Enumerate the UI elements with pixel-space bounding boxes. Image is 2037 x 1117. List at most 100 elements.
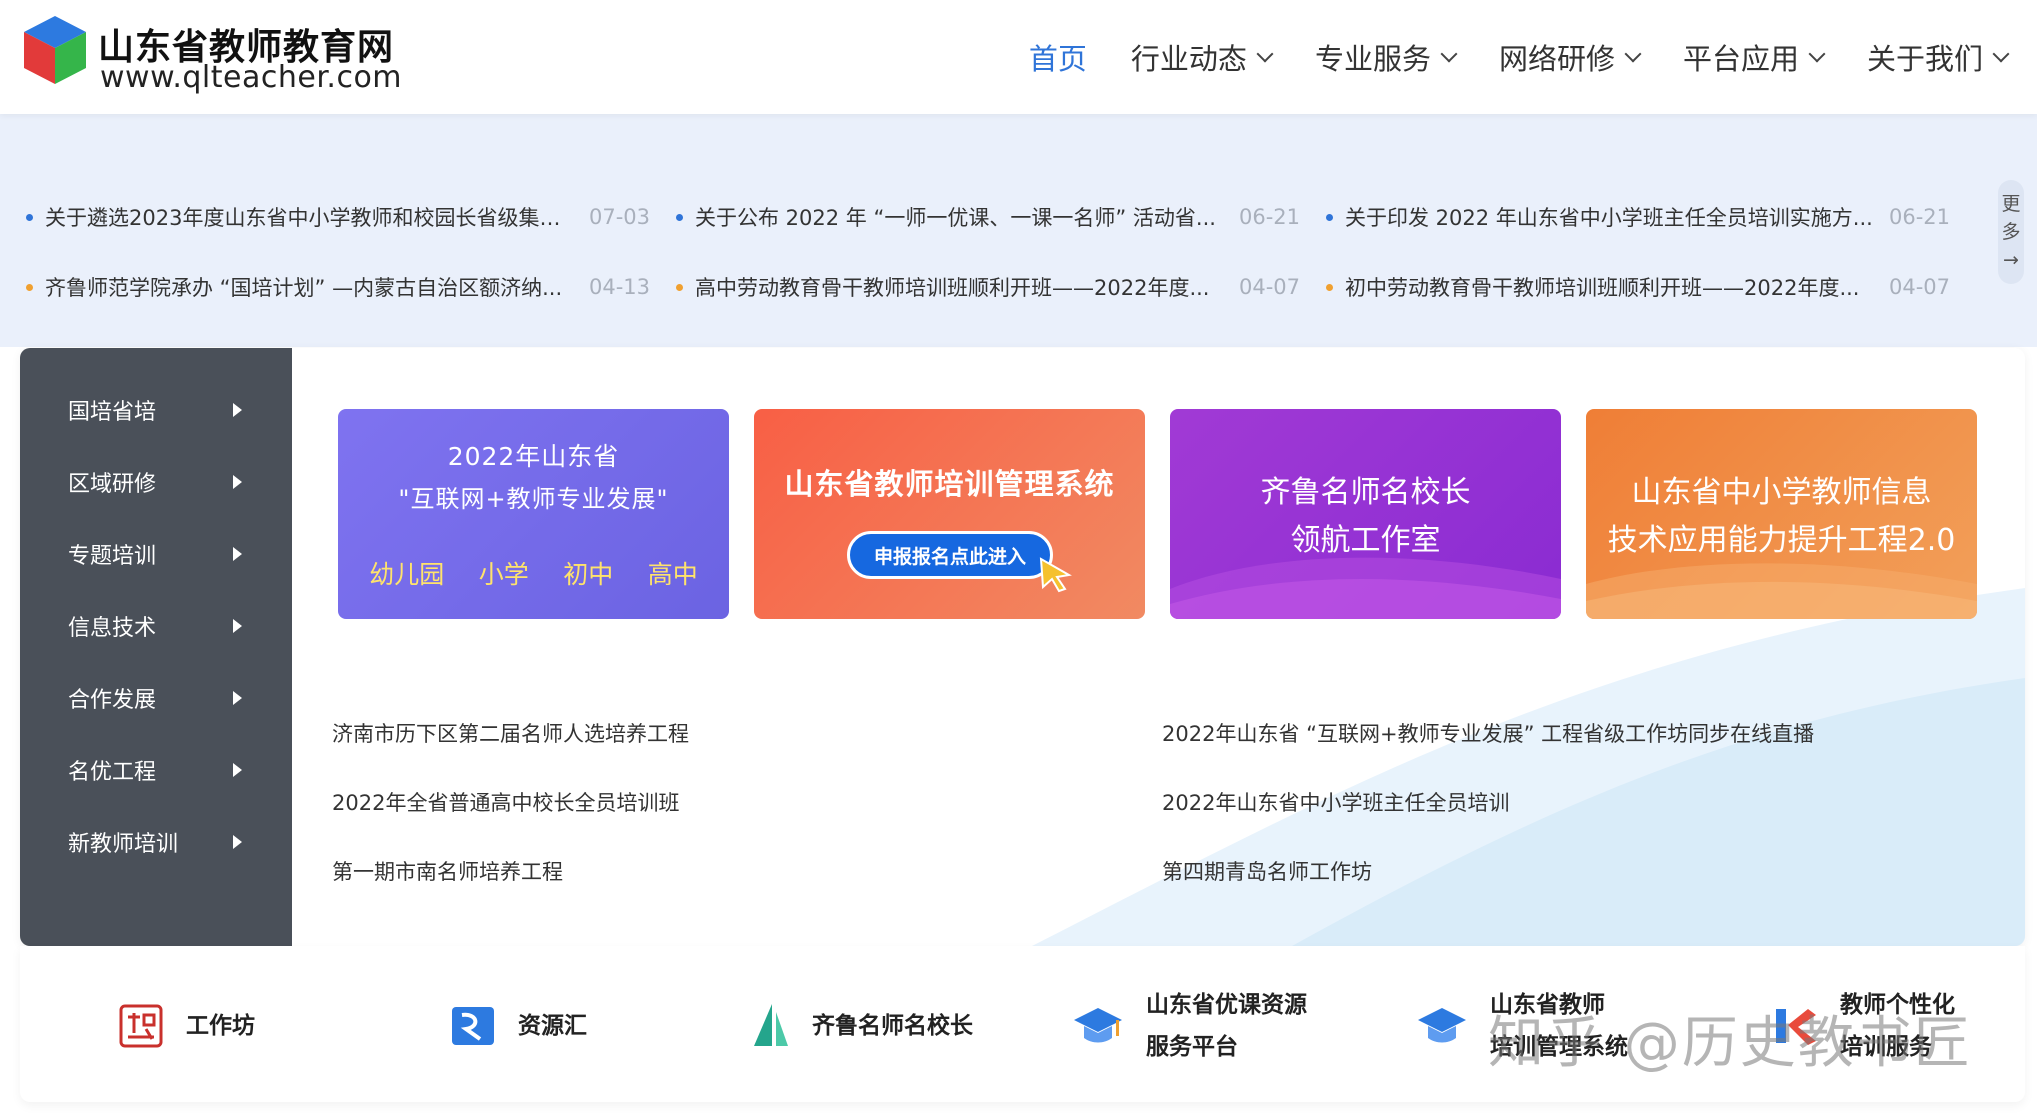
apply-entry-button[interactable]: 申报报名点此进入 (847, 531, 1053, 579)
chevron-down-icon (1992, 45, 2010, 63)
nav-professional-services[interactable]: 专业服务 (1315, 36, 1458, 78)
platform-famous-teachers[interactable]: 齐鲁名师名校长 (750, 986, 973, 1066)
project-link[interactable]: 济南市历下区第二届名师人选培养工程 (332, 718, 1162, 748)
sidebar-item-label: 专题培训 (68, 544, 157, 569)
banner-line: 技术应用能力提升工程2.0 (1607, 523, 1956, 558)
sidebar-item-cooperation[interactable]: 合作发展 (20, 662, 292, 734)
sidebar-item-special-training[interactable]: 专题培训 (20, 518, 292, 590)
news-band: 关于遴选2023年度山东省中小学教师和校园长省级集中... 07-03 关于公布… (0, 114, 2037, 347)
news-item[interactable]: 高中劳动教育骨干教师培训班顺利开班——2022年度... 04-07 (676, 272, 1326, 302)
nav-about-us[interactable]: 关于我们 (1867, 36, 2010, 78)
site-header: 山东省教师教育网 www.qlteacher.com 首页 行业动态 专业服务 … (0, 0, 2037, 114)
project-link[interactable]: 第四期青岛名师工作坊 (1162, 856, 1992, 886)
banner-internet-plus-teacher[interactable]: 2022年山东省 "互联网+教师专业发展" 幼儿园 小学 初中 高中 (338, 409, 729, 619)
news-date: 04-13 (589, 275, 651, 299)
platform-label: 山东省优课资源 (1146, 992, 1307, 1018)
nav-online-research[interactable]: 网络研修 (1498, 36, 1642, 78)
news-item[interactable]: 关于公布 2022 年 “一师一优课、一课一名师” 活动省... 06-21 (676, 202, 1326, 232)
resource-hub-icon (452, 1007, 494, 1045)
main-nav: 首页 行业动态 专业服务 网络研修 平台应用 关于我们 (1029, 36, 2010, 78)
banner-famous-teachers-studio[interactable]: 齐鲁名师名校长 领航工作室 (1170, 409, 1561, 619)
banner-it-capability-project[interactable]: 山东省中小学教师信息 技术应用能力提升工程2.0 (1586, 409, 1977, 619)
project-link[interactable]: 第一期市南名师培养工程 (332, 856, 1162, 886)
sidebar-item-label: 国培省培 (68, 400, 157, 425)
project-link[interactable]: 2022年山东省 “互联网+教师专业发展” 工程省级工作坊同步在线直播 (1162, 718, 1992, 748)
sidebar-item-new-teacher[interactable]: 新教师培训 (20, 806, 292, 878)
graduation-cap-icon (1418, 1008, 1466, 1043)
platform-label: 资源汇 (518, 1013, 587, 1039)
project-link[interactable]: 2022年山东省中小学班主任全员培训 (1162, 787, 1992, 817)
news-date: 04-07 (1239, 275, 1301, 299)
banner-line: 齐鲁名师名校长 (1260, 475, 1471, 510)
news-date: 06-21 (1889, 205, 1951, 229)
platform-workshop[interactable]: 工作坊 (118, 986, 255, 1066)
chevron-down-icon (1440, 45, 1458, 63)
news-item[interactable]: 齐鲁师范学院承办 “国培计划” —内蒙古自治区额济纳... 04-13 (26, 272, 676, 302)
news-date: 06-21 (1239, 205, 1301, 229)
level-kindergarten[interactable]: 幼儿园 (369, 555, 444, 591)
main-panel: 国培省培 区域研修 专题培训 信息技术 合作发展 名优工程 新教师培训 2022… (20, 348, 2025, 946)
watermark-text: 知乎 @历史教书匠 (1488, 1011, 1972, 1076)
sidebar-item-info-tech[interactable]: 信息技术 (20, 590, 292, 662)
project-links: 济南市历下区第二届名师人选培养工程 2022年山东省 “互联网+教师专业发展” … (332, 698, 1992, 905)
project-link[interactable]: 2022年全省普通高中校长全员培训班 (332, 787, 1162, 817)
graduation-cap-icon (1074, 1008, 1122, 1043)
nav-home[interactable]: 首页 (1029, 36, 1087, 78)
platform-label: 工作坊 (186, 1013, 255, 1039)
sidebar-item-label: 名优工程 (68, 760, 157, 785)
nav-industry-news[interactable]: 行业动态 (1130, 36, 1274, 78)
news-title: 关于遴选2023年度山东省中小学教师和校园长省级集中... (45, 206, 575, 230)
more-char: 更 (2001, 193, 2021, 215)
news-title: 齐鲁师范学院承办 “国培计划” —内蒙古自治区额济纳... (45, 276, 563, 300)
caret-right-icon (233, 403, 242, 417)
sidebar-item-label: 合作发展 (68, 688, 157, 713)
sidebar-item-label: 新教师培训 (68, 832, 179, 857)
news-title: 关于公布 2022 年 “一师一优课、一课一名师” 活动省... (695, 206, 1216, 230)
banner-line: "互联网+教师专业发展" (398, 485, 669, 513)
news-item[interactable]: 关于印发 2022 年山东省中小学班主任全员培训实施方... 06-21 (1326, 202, 1976, 232)
platform-label-group: 山东省优课资源 服务平台 (1146, 984, 1307, 1068)
level-senior-high[interactable]: 高中 (648, 555, 698, 591)
pointer-cursor-icon (1039, 557, 1072, 593)
main-content: 2022年山东省 "互联网+教师专业发展" 幼儿园 小学 初中 高中 山东省教师… (292, 348, 2025, 946)
nav-platform-apps[interactable]: 平台应用 (1682, 36, 1826, 78)
nav-label: 平台应用 (1682, 42, 1799, 76)
banner-title: 山东省教师培训管理系统 (784, 467, 1115, 501)
chevron-down-icon (1808, 45, 1826, 63)
logo-url: www.qlteacher.com (100, 60, 403, 95)
news-item[interactable]: 初中劳动教育骨干教师培训班顺利开班——2022年度... 04-07 (1326, 272, 1976, 302)
workshop-seal-icon (119, 1004, 163, 1048)
caret-right-icon (233, 619, 242, 633)
cube-logo-icon (24, 16, 86, 84)
news-more-button[interactable]: 更 多 → (1998, 180, 2024, 284)
caret-right-icon (233, 475, 242, 489)
sidebar-item-regional-research[interactable]: 区域研修 (20, 446, 292, 518)
sidebar-item-label: 信息技术 (68, 616, 157, 641)
level-primary[interactable]: 小学 (479, 555, 529, 591)
site-logo[interactable]: 山东省教师教育网 www.qlteacher.com (22, 14, 403, 95)
sidebar-item-national-provincial[interactable]: 国培省培 (20, 374, 292, 446)
caret-right-icon (233, 763, 242, 777)
news-item[interactable]: 关于遴选2023年度山东省中小学教师和校园长省级集中... 07-03 (26, 202, 676, 232)
banner-text: 山东省中小学教师信息 技术应用能力提升工程2.0 (1586, 469, 1977, 565)
news-title: 初中劳动教育骨干教师培训班顺利开班——2022年度... (1345, 276, 1860, 300)
nav-label: 首页 (1028, 42, 1087, 76)
sidebar-item-excellence-project[interactable]: 名优工程 (20, 734, 292, 806)
level-junior-high[interactable]: 初中 (563, 555, 613, 591)
caret-right-icon (233, 547, 242, 561)
news-title: 高中劳动教育骨干教师培训班顺利开班——2022年度... (695, 276, 1210, 300)
bullet-dot-icon (1326, 213, 1333, 221)
banner-training-management-system[interactable]: 山东省教师培训管理系统 申报报名点此进入 (754, 409, 1145, 619)
bullet-dot-icon (26, 283, 33, 291)
sail-icon (754, 1004, 788, 1046)
nav-label: 网络研修 (1498, 42, 1615, 76)
platform-quality-lessons[interactable]: 山东省优课资源 服务平台 (1072, 986, 1307, 1066)
platform-resource-hub[interactable]: 资源汇 (450, 986, 587, 1066)
news-title: 关于印发 2022 年山东省中小学班主任全员培训实施方... (1345, 206, 1873, 230)
bullet-dot-icon (1326, 283, 1333, 291)
nav-label: 行业动态 (1130, 42, 1247, 76)
banner-level-links: 幼儿园 小学 初中 高中 (338, 555, 729, 591)
link-row: 济南市历下区第二届名师人选培养工程 2022年山东省 “互联网+教师专业发展” … (332, 698, 1992, 767)
caret-right-icon (233, 835, 242, 849)
banner-line: 领航工作室 (1290, 523, 1441, 558)
